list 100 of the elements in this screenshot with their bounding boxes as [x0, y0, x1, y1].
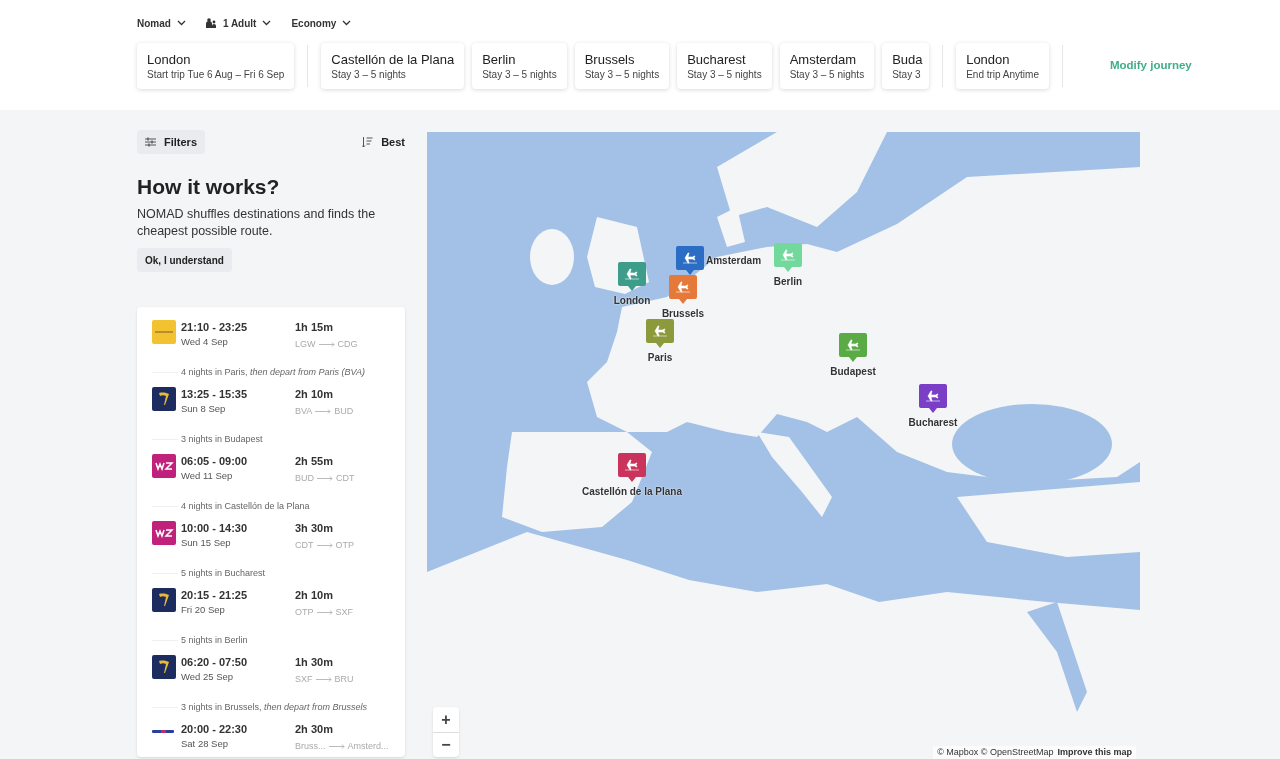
flight-times: 06:05 - 09:00 — [181, 454, 249, 470]
arrow-icon — [316, 609, 333, 615]
map-marker[interactable] — [669, 275, 697, 305]
chevron-down-icon — [262, 20, 272, 26]
airport-code: CDG — [337, 338, 358, 351]
flight-times: 10:00 - 14:30 — [181, 521, 249, 537]
destination-card[interactable]: Buda Stay 3 — [882, 43, 930, 89]
zoom-out-button[interactable]: − — [433, 732, 459, 757]
stay-note: 5 nights in Bucharest — [181, 567, 266, 580]
flight-times: 06:20 - 07:50 — [181, 655, 249, 671]
stay-detail: Stay 3 – 5 nights — [687, 68, 762, 81]
marker-label: Bucharest — [908, 416, 958, 430]
dropdown-button[interactable]: Economy — [291, 15, 352, 31]
map-marker[interactable] — [919, 384, 947, 414]
airport-code: SXF — [295, 673, 313, 686]
harp-logo-icon — [152, 387, 176, 412]
marker-label: Castellón de la Plana — [582, 485, 682, 499]
intro-text: NOMAD shuffles destinations and finds the cheapest possible route. — [137, 206, 377, 241]
stay-detail: Stay 3 – 5 nights — [331, 68, 407, 81]
stay-note: 4 nights in Paris, then depart from Paris (BVA) — [181, 366, 366, 379]
chevron-down-icon — [342, 20, 352, 26]
flight-duration: 2h 10m — [295, 588, 334, 604]
destination-card[interactable]: London Start trip Tue 6 Aug – Fri 6 Sep — [137, 43, 295, 89]
marker-label: London — [613, 294, 651, 308]
airline-logo-icon — [152, 320, 176, 345]
airport-code: OTP — [335, 539, 354, 552]
dropdown-button[interactable]: Nomad — [137, 15, 186, 31]
airport-code: Amsterd... — [347, 740, 389, 753]
filters-button[interactable]: Filters — [137, 130, 205, 154]
destination-card[interactable]: London End trip Anytime — [956, 43, 1049, 89]
airport-code: Bruss... — [295, 740, 326, 753]
map-marker[interactable] — [618, 262, 646, 292]
city-name: Berlin — [482, 52, 517, 68]
arrow-icon — [315, 408, 332, 414]
airport-code: BUD — [334, 405, 354, 418]
intro-title: How it works? — [137, 174, 281, 200]
airport-code: SXF — [335, 606, 354, 619]
destination-card[interactable]: Amsterdam Stay 3 – 5 nights — [779, 43, 875, 89]
arrow-icon — [317, 475, 333, 481]
airport-code: LGW — [295, 338, 316, 351]
flight-times: 13:25 - 15:35 — [181, 387, 249, 403]
city-name: Amsterdam — [789, 52, 858, 68]
arrow-icon — [328, 743, 345, 749]
stay-detail: Stay 3 – 5 nights — [482, 68, 557, 81]
flight-times: 21:10 - 23:25 — [181, 320, 249, 336]
city-name: London — [147, 52, 192, 68]
map-marker[interactable] — [646, 319, 674, 349]
airline-logo-icon — [152, 730, 174, 734]
map-attribution: © Mapbox © OpenStreetMap — [937, 745, 1054, 759]
map-marker[interactable] — [774, 243, 802, 273]
flight-date: Sun 15 Sep — [181, 536, 232, 551]
marker-label: Budapest — [830, 365, 876, 379]
airport-code: CDT — [336, 472, 355, 485]
flight-date: Sun 8 Sep — [181, 402, 227, 417]
flight-date: Sat 28 Sep — [181, 737, 229, 752]
flight-date: Fri 20 Sep — [181, 603, 226, 618]
flight-duration: 3h 30m — [295, 521, 334, 537]
marker-label: Berlin — [773, 275, 803, 289]
arrow-icon — [315, 676, 332, 682]
flight-date: Wed 11 Sep — [181, 469, 234, 484]
marker-label: Paris — [647, 351, 673, 365]
stay-detail: End trip Anytime — [966, 68, 1039, 81]
flight-times: 20:00 - 22:30 — [181, 722, 249, 738]
sort-icon — [362, 137, 374, 147]
people-icon — [205, 18, 217, 28]
map-marker[interactable] — [839, 333, 867, 363]
city-name: Brussels — [584, 52, 636, 68]
arrow-icon — [316, 542, 333, 548]
understand-button[interactable]: Ok, I understand — [137, 248, 232, 273]
flight-date: Wed 4 Sep — [181, 335, 229, 350]
sort-button[interactable]: Best — [362, 133, 405, 151]
harp-logo-icon — [152, 588, 176, 613]
stay-note: 3 nights in Budapest — [181, 433, 263, 446]
destination-card[interactable]: Castellón de la Plana Stay 3 – 5 nights — [321, 43, 465, 89]
flight-times: 20:15 - 21:25 — [181, 588, 249, 604]
marker-label: Brussels — [661, 307, 705, 321]
map-marker[interactable] — [618, 453, 646, 483]
flight-duration: 1h 15m — [295, 320, 334, 336]
airport-code: BRU — [334, 673, 354, 686]
arrow-icon — [318, 341, 335, 347]
stay-note: 4 nights in Castellón de la Plana — [181, 500, 310, 513]
airport-code: BUD — [295, 472, 314, 485]
stay-detail: Stay 3 – 5 nights — [789, 68, 865, 81]
stay-detail: Stay 3 — [892, 68, 920, 81]
flight-duration: 2h 30m — [295, 722, 334, 738]
marker-label: Amsterdam — [706, 254, 762, 268]
zoom-in-button[interactable]: + — [433, 707, 459, 732]
destination-card[interactable]: Brussels Stay 3 – 5 nights — [574, 43, 670, 89]
destination-card[interactable]: Bucharest Stay 3 – 5 nights — [677, 43, 772, 89]
airline-logo-icon — [152, 454, 176, 479]
stay-detail: Start trip Tue 6 Aug – Fri 6 Sep — [147, 68, 285, 81]
sliders-icon — [145, 137, 156, 147]
stay-detail: Stay 3 – 5 nights — [584, 68, 660, 81]
flight-duration: 2h 55m — [295, 454, 334, 470]
airline-logo-icon — [152, 521, 176, 546]
dropdown-button[interactable]: 1 Adult — [205, 15, 272, 31]
airport-code: OTP — [295, 606, 314, 619]
improve-map-link[interactable]: Improve this map — [1057, 745, 1132, 759]
map-marker[interactable] — [676, 246, 704, 276]
destination-card[interactable]: Berlin Stay 3 – 5 nights — [472, 43, 567, 89]
